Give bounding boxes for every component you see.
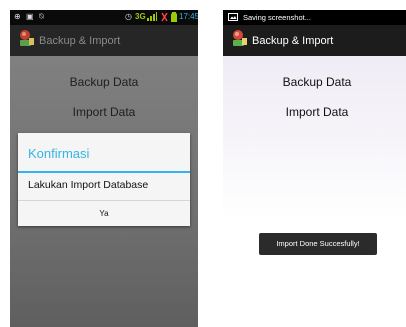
battery-icon bbox=[171, 12, 177, 24]
signal-strength-icon bbox=[147, 12, 157, 23]
no-connection-icon: ⍉ bbox=[39, 12, 44, 21]
backup-data-button[interactable]: Backup Data bbox=[10, 75, 198, 89]
confirm-dialog: Konfirmasi Lakukan Import Database Ya bbox=[18, 133, 190, 226]
backup-data-button[interactable]: Backup Data bbox=[223, 75, 406, 89]
clock-time: 17:45 bbox=[179, 12, 198, 21]
screenshot-notification-icon bbox=[228, 13, 238, 23]
action-bar: Backup & Import bbox=[10, 25, 198, 56]
app-title: Backup & Import bbox=[39, 34, 121, 47]
app-logo-icon bbox=[230, 29, 248, 52]
app-logo-icon bbox=[17, 29, 35, 52]
no-sim-icon bbox=[161, 12, 168, 24]
compass-icon: ⊕ bbox=[14, 12, 21, 21]
status-bar: ⊕ ▣ ⍉ ◷ 3G 17:45 bbox=[10, 10, 198, 25]
status-notification-text: Saving screenshot... bbox=[243, 13, 311, 22]
image-notification-icon: ▣ bbox=[26, 12, 34, 21]
toast-message: Import Done Succesfully! bbox=[259, 233, 377, 255]
action-bar: Backup & Import bbox=[223, 25, 406, 56]
import-data-button[interactable]: Import Data bbox=[223, 105, 406, 119]
dialog-title-divider bbox=[18, 171, 190, 173]
confirm-yes-button[interactable]: Ya bbox=[18, 201, 190, 226]
phone-screen-confirm-dialog: ⊕ ▣ ⍉ ◷ 3G 17:45 Backup & Import Backup … bbox=[10, 10, 198, 327]
import-data-button[interactable]: Import Data bbox=[10, 105, 198, 119]
network-type-label: 3G bbox=[135, 12, 146, 21]
app-title: Backup & Import bbox=[252, 34, 334, 47]
dialog-message: Lakukan Import Database bbox=[28, 179, 149, 191]
alarm-icon: ◷ bbox=[125, 12, 132, 21]
status-bar: Saving screenshot... bbox=[223, 10, 406, 25]
main-content: Backup Data Import Data bbox=[223, 56, 406, 327]
phone-screen-import-done: Saving screenshot... Backup & Import Bac… bbox=[223, 10, 406, 327]
dialog-title: Konfirmasi bbox=[28, 146, 90, 161]
